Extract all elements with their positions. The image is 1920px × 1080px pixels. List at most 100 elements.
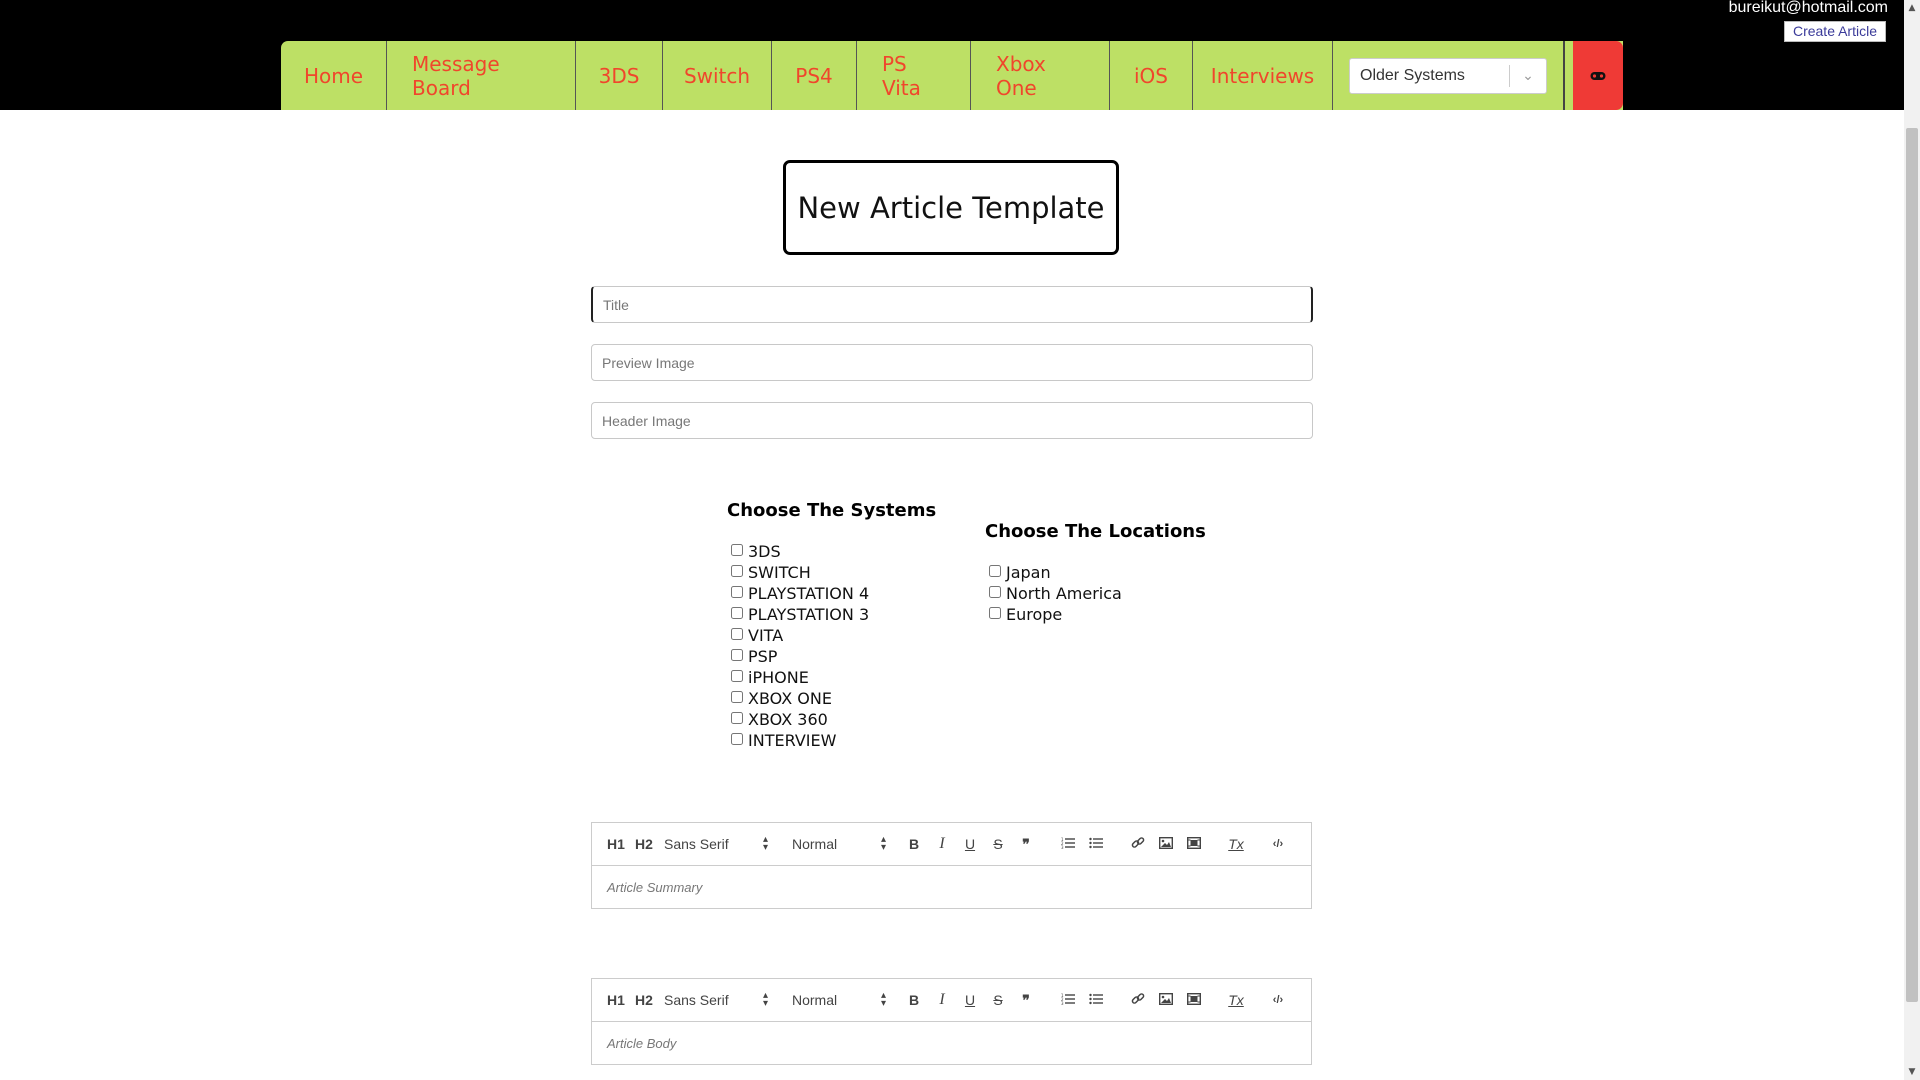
h2-button[interactable]: H2 [630, 836, 658, 852]
header-image-input[interactable] [591, 402, 1313, 439]
underline-button[interactable]: U [956, 836, 984, 852]
nav-ps4[interactable]: PS4 [772, 41, 857, 110]
system-checkbox[interactable] [731, 711, 743, 724]
size-select-label: Normal [792, 836, 838, 852]
systems-list: 3DS SWITCH PLAYSTATION 4 PLAYSTATION 3 V… [731, 541, 869, 751]
italic-button[interactable]: I [928, 991, 956, 1009]
page-title: New Article Template [783, 160, 1119, 255]
scroll-up-icon[interactable]: ▲ [1904, 0, 1920, 16]
clear-format-button[interactable]: Tx [1222, 836, 1250, 852]
nav-ps-vita[interactable]: PS Vita [857, 41, 971, 110]
font-select-label: Sans Serif [664, 992, 729, 1008]
clear-format-button[interactable]: Tx [1222, 992, 1250, 1008]
controller-logo-button[interactable] [1573, 41, 1623, 110]
size-select-label: Normal [792, 992, 838, 1008]
top-header: bureikut@hotmail.com Create Article Home… [0, 0, 1904, 110]
sort-arrows-icon: ▴ ▾ [762, 990, 768, 1009]
size-select[interactable]: Normal ▴ ▾ [788, 991, 886, 1009]
location-checkbox[interactable] [989, 606, 1001, 619]
h1-button[interactable]: H1 [602, 992, 630, 1008]
link-icon[interactable] [1124, 992, 1152, 1009]
system-option: 3DS [731, 541, 869, 562]
system-checkbox[interactable] [731, 543, 743, 556]
nav-xbox-one[interactable]: Xbox One [971, 41, 1110, 110]
nav-interviews[interactable]: Interviews [1193, 41, 1333, 110]
location-checkbox[interactable] [989, 585, 1001, 598]
body-editor: H1 H2 Sans Serif ▴ ▾ Normal ▴ ▾ B I U S ❞ … [591, 978, 1312, 1065]
strike-button[interactable]: S [984, 836, 1012, 852]
systems-heading: Choose The Systems [727, 500, 937, 521]
system-option: SWITCH [731, 562, 869, 583]
code-button[interactable]: ‹/› [1264, 838, 1292, 850]
nav-ios[interactable]: iOS [1110, 41, 1193, 110]
bold-button[interactable]: B [900, 836, 928, 852]
size-select[interactable]: Normal ▴ ▾ [788, 835, 886, 853]
nav-switch[interactable]: Switch [663, 41, 772, 110]
nav-message-board[interactable]: Message Board [387, 41, 576, 110]
svg-text:3: 3 [1061, 1001, 1064, 1005]
image-icon[interactable] [1152, 836, 1180, 852]
title-input[interactable] [591, 286, 1313, 323]
video-icon[interactable] [1180, 992, 1208, 1008]
nav-home[interactable]: Home [281, 41, 387, 110]
bullet-list-icon[interactable] [1082, 836, 1110, 852]
system-option: VITA [731, 625, 869, 646]
system-checkbox[interactable] [731, 627, 743, 640]
system-checkbox[interactable] [731, 669, 743, 682]
sort-arrows-icon: ▴ ▾ [762, 834, 768, 853]
italic-button[interactable]: I [928, 835, 956, 853]
ordered-list-icon[interactable]: 123 [1054, 992, 1082, 1008]
nav-3ds[interactable]: 3DS [576, 41, 663, 110]
image-icon[interactable] [1152, 992, 1180, 1008]
system-option: PSP [731, 646, 869, 667]
locations-heading: Choose The Locations [985, 521, 1206, 542]
font-select[interactable]: Sans Serif ▴ ▾ [658, 834, 768, 853]
system-checkbox[interactable] [731, 606, 743, 619]
h2-button[interactable]: H2 [630, 992, 658, 1008]
summary-editor: H1 H2 Sans Serif ▴ ▾ Normal ▴ ▾ B I U S ❞ … [591, 822, 1312, 909]
h1-button[interactable]: H1 [602, 836, 630, 852]
blockquote-button[interactable]: ❞ [1012, 992, 1040, 1009]
older-systems-select[interactable]: Older Systems ⌄ [1349, 57, 1547, 94]
chevron-down-icon: ⌄ [1522, 67, 1534, 83]
summary-body[interactable]: Article Summary [592, 866, 1311, 908]
locations-list: Japan North America Europe [989, 562, 1122, 625]
svg-text:3: 3 [1061, 845, 1064, 849]
location-option: Japan [989, 562, 1122, 583]
system-option: PLAYSTATION 3 [731, 604, 869, 625]
system-checkbox[interactable] [731, 690, 743, 703]
older-systems-wrap: Older Systems ⌄ [1333, 41, 1565, 110]
article-body[interactable]: Article Body [592, 1022, 1311, 1064]
location-option: North America [989, 583, 1122, 604]
system-option: iPHONE [731, 667, 869, 688]
preview-image-input[interactable] [591, 344, 1313, 381]
underline-button[interactable]: U [956, 992, 984, 1008]
scroll-thumb[interactable] [1906, 128, 1918, 1002]
system-checkbox[interactable] [731, 648, 743, 661]
ordered-list-icon[interactable]: 123 [1054, 836, 1082, 852]
scroll-down-icon[interactable]: ▼ [1904, 1064, 1920, 1080]
bullet-list-icon[interactable] [1082, 992, 1110, 1008]
system-checkbox[interactable] [731, 732, 743, 745]
system-option: INTERVIEW [731, 730, 869, 751]
system-option: XBOX 360 [731, 709, 869, 730]
link-icon[interactable] [1124, 836, 1152, 853]
location-checkbox[interactable] [989, 564, 1001, 577]
page-scrollbar[interactable]: ▲ ▼ [1904, 0, 1920, 1080]
editor-toolbar: H1 H2 Sans Serif ▴ ▾ Normal ▴ ▾ B I U S ❞ … [592, 823, 1311, 866]
user-email[interactable]: bureikut@hotmail.com [1729, 0, 1888, 17]
system-checkbox[interactable] [731, 564, 743, 577]
code-button[interactable]: ‹/› [1264, 994, 1292, 1006]
strike-button[interactable]: S [984, 992, 1012, 1008]
create-article-button[interactable]: Create Article [1783, 21, 1886, 42]
older-systems-label: Older Systems [1360, 66, 1465, 84]
blockquote-button[interactable]: ❞ [1012, 836, 1040, 853]
font-select[interactable]: Sans Serif ▴ ▾ [658, 990, 768, 1009]
video-icon[interactable] [1180, 836, 1208, 852]
bold-button[interactable]: B [900, 992, 928, 1008]
font-select-label: Sans Serif [664, 836, 729, 852]
system-checkbox[interactable] [731, 585, 743, 598]
main-nav: Home Message Board 3DS Switch PS4 PS Vit… [281, 41, 1623, 110]
system-option: PLAYSTATION 4 [731, 583, 869, 604]
clear-format-label: Tx [1228, 992, 1244, 1008]
